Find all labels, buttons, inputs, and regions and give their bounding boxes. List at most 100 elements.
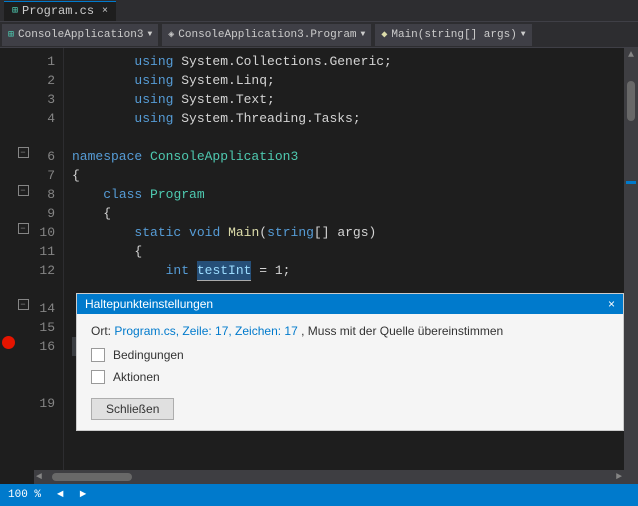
vertical-scrollbar[interactable]: ▲: [624, 48, 638, 504]
breakpoint-gutter: [0, 48, 16, 504]
class-dropdown[interactable]: ◈ ConsoleApplication3.Program ▼: [162, 24, 371, 46]
code-line-6: namespace ConsoleApplication3: [72, 147, 624, 166]
bp-cell-14: [0, 295, 16, 314]
collapse-namespace[interactable]: −: [16, 143, 30, 162]
popup-location-suffix: , Muss mit der Quelle übereinstimmen: [301, 324, 503, 338]
namespace-dropdown[interactable]: ⊞ ConsoleApplication3 ▼: [2, 24, 158, 46]
namespace-dropdown-label: ConsoleApplication3: [18, 29, 143, 41]
bp-cell-15: [0, 314, 16, 333]
line-num-4: 4: [34, 109, 55, 128]
gutter-3: [16, 86, 30, 105]
scroll-left-btn[interactable]: ◄: [57, 489, 64, 501]
editor-wrapper: − − − − 1 2 3 4 6: [0, 48, 638, 504]
gutter-4: [16, 105, 30, 124]
gutter-9: [16, 200, 30, 219]
line-num-7: 7: [34, 166, 55, 185]
line-num-17: [34, 356, 55, 375]
line-num-10: 10: [34, 223, 55, 242]
popup-location-link[interactable]: Program.cs, Zeile: 17, Zeichen: 17: [114, 324, 297, 338]
kw-using-1: using: [72, 52, 173, 71]
code-line-9: {: [72, 204, 624, 223]
dropdown3-arrow: ▼: [521, 30, 526, 39]
bp-cell-10: [0, 219, 16, 238]
bp-cell-4: [0, 105, 16, 124]
status-bar: 100 % ◄ ►: [0, 484, 638, 506]
line-num-11: 11: [34, 242, 55, 261]
class-nav-icon: ◈: [168, 29, 174, 41]
collapse-class[interactable]: −: [16, 181, 30, 200]
zoom-level: 100 %: [8, 489, 41, 501]
program-cs-tab[interactable]: ⊞ Program.cs ×: [4, 1, 116, 21]
tab-label: Program.cs: [22, 4, 94, 18]
popup-title: Haltepunkteinstellungen: [85, 297, 213, 311]
gutter-11: [16, 238, 30, 257]
line-num-8: 8: [34, 185, 55, 204]
line-num-6: 6: [34, 147, 55, 166]
scroll-right-btn[interactable]: ►: [80, 489, 87, 501]
code-line-12: int testInt = 1;: [72, 261, 624, 280]
breakpoint-settings-popup: Haltepunkteinstellungen × Ort: Program.c…: [76, 293, 624, 431]
code-line-8: class Program: [72, 185, 624, 204]
gutter-5: [16, 124, 30, 143]
line-num-14: 14: [34, 299, 55, 318]
scroll-thumb[interactable]: [627, 81, 635, 121]
collapse-method[interactable]: −: [16, 219, 30, 238]
bp-cell-7: [0, 162, 16, 181]
code-line-11: {: [72, 242, 624, 261]
conditions-label: Bedingungen: [113, 348, 184, 362]
method-nav-icon: ◆: [381, 29, 387, 41]
cs-nav-icon: ⊞: [8, 29, 14, 41]
method-dropdown[interactable]: ◆ Main(string[] args) ▼: [375, 24, 531, 46]
code-line-10: static void Main(string[] args): [72, 223, 624, 242]
title-bar: ⊞ Program.cs ×: [0, 0, 638, 22]
code-line-4: using System.Threading.Tasks;: [72, 109, 624, 128]
bp-cell-16[interactable]: [0, 336, 16, 355]
close-button[interactable]: Schließen: [91, 398, 174, 420]
gutter-2: [16, 67, 30, 86]
code-line-5: [72, 128, 624, 147]
nav-bar: ⊞ ConsoleApplication3 ▼ ◈ ConsoleApplica…: [0, 22, 638, 48]
scroll-left-arrow[interactable]: ◄: [36, 472, 42, 483]
dropdown1-arrow: ▼: [147, 30, 152, 39]
bp-cell-13: [0, 276, 16, 295]
code-line-3: using System.Text;: [72, 90, 624, 109]
code-editor[interactable]: using System.Collections.Generic; using …: [64, 48, 624, 504]
conditions-checkbox[interactable]: [91, 348, 105, 362]
line-num-18: [34, 375, 55, 394]
line-num-19: 19: [34, 394, 55, 413]
scroll-h-thumb[interactable]: [52, 473, 132, 481]
popup-close-button[interactable]: ×: [608, 297, 615, 311]
popup-location: Ort: Program.cs, Zeile: 17, Zeichen: 17 …: [91, 324, 609, 338]
cs-file-icon: ⊞: [12, 5, 18, 17]
breakpoint-indicator[interactable]: [2, 336, 15, 349]
line-num-16: 16: [34, 337, 55, 356]
editor-area: − − − − 1 2 3 4 6: [0, 48, 638, 504]
line-num-1: 1: [34, 52, 55, 71]
gutter-7: [16, 162, 30, 181]
code-line-7: {: [72, 166, 624, 185]
bp-cell-6: [0, 143, 16, 162]
tab-close-button[interactable]: ×: [102, 6, 108, 17]
line-numbers: 1 2 3 4 6 7 8 9 10 11 12 14 15 16 19: [30, 48, 64, 504]
collapse-for[interactable]: −: [16, 295, 30, 314]
actions-checkbox[interactable]: [91, 370, 105, 384]
gutter-1: [16, 48, 30, 67]
popup-body: Ort: Program.cs, Zeile: 17, Zeichen: 17 …: [77, 314, 623, 430]
line-num-13: [34, 280, 55, 299]
horizontal-scrollbar[interactable]: ◄ ►: [34, 470, 624, 484]
code-line-1: using System.Collections.Generic;: [72, 52, 624, 71]
popup-location-prefix: Ort:: [91, 324, 111, 338]
bp-cell-12: [0, 257, 16, 276]
scroll-up-arrow[interactable]: ▲: [628, 50, 634, 61]
gutter-12: [16, 257, 30, 276]
code-line-2: using System.Linq;: [72, 71, 624, 90]
line-num-15: 15: [34, 318, 55, 337]
method-dropdown-label: Main(string[] args): [391, 29, 516, 41]
line-num-5: [34, 128, 55, 147]
gutter-13: [16, 276, 30, 295]
bp-cell-5: [0, 124, 16, 143]
line-num-2: 2: [34, 71, 55, 90]
line-num-9: 9: [34, 204, 55, 223]
scroll-right-arrow[interactable]: ►: [616, 472, 622, 483]
popup-conditions-row: Bedingungen: [91, 348, 609, 362]
